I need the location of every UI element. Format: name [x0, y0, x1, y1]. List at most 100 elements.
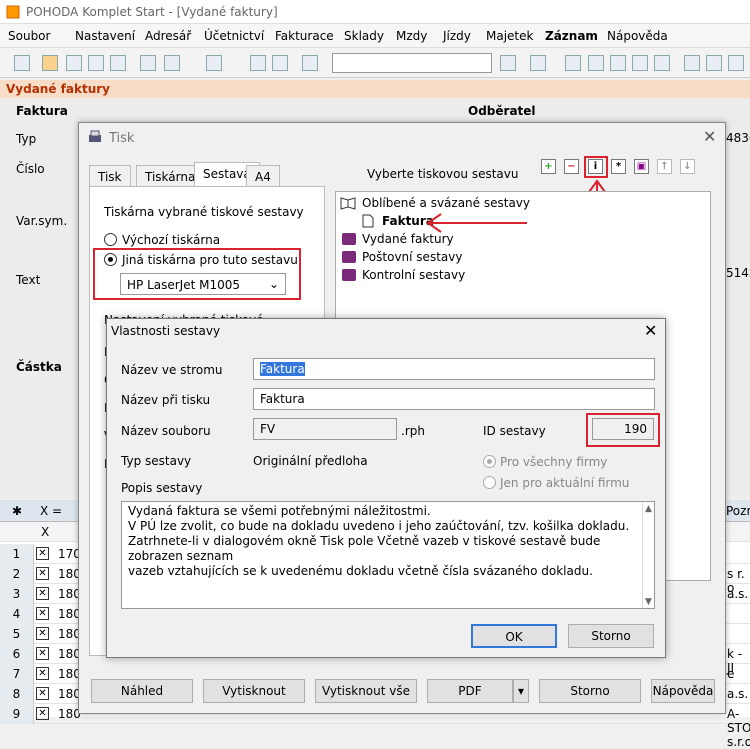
- row-number: 4: [0, 604, 34, 624]
- tab-tisk[interactable]: Tisk: [89, 165, 131, 187]
- section-title: Vydané faktury: [6, 82, 110, 96]
- pdf-button[interactable]: PDF: [427, 679, 513, 703]
- row-checkbox-icon[interactable]: ✕: [36, 587, 49, 600]
- faktura-label: Faktura: [16, 104, 68, 118]
- scrollbar[interactable]: ▲ ▼: [642, 502, 654, 608]
- print-all-button[interactable]: Vytisknout vše: [315, 679, 417, 703]
- right-snippet-1: 4836: [726, 131, 750, 145]
- row-checkbox-icon[interactable]: ✕: [36, 707, 49, 720]
- app-logo-icon: [6, 5, 20, 19]
- help-button[interactable]: Nápověda: [651, 679, 715, 703]
- grid-icon[interactable]: [632, 55, 648, 71]
- filter-icon[interactable]: [500, 55, 516, 71]
- menu-mzdy[interactable]: Mzdy: [396, 29, 427, 43]
- window-icon[interactable]: [728, 55, 744, 71]
- ok-button[interactable]: OK: [471, 624, 557, 648]
- properties-title: Vlastnosti sestavy: [111, 324, 221, 338]
- row-right-value: a.s.: [727, 687, 749, 701]
- close-icon[interactable]: ✕: [644, 321, 657, 340]
- menu-fakturace[interactable]: Fakturace: [275, 29, 334, 43]
- grid-header-pozn[interactable]: Pozn: [726, 504, 750, 518]
- printer-heading: Tiskárna vybrané tiskové sestavy: [104, 205, 304, 219]
- preview-icon[interactable]: [88, 55, 104, 71]
- table-icon[interactable]: [588, 55, 604, 71]
- radio-default-printer[interactable]: [104, 233, 117, 246]
- grid-col-x[interactable]: X: [41, 525, 49, 539]
- description-textarea[interactable]: Vydaná faktura se všemi potřebnými nálež…: [121, 501, 655, 609]
- menu-jizdy[interactable]: Jízdy: [443, 29, 471, 43]
- print-name-input[interactable]: Faktura: [253, 388, 655, 410]
- menu-nastaveni[interactable]: Nastavení: [75, 29, 135, 43]
- grid-star-icon[interactable]: ✱: [12, 504, 22, 518]
- list-icon[interactable]: [684, 55, 700, 71]
- row-checkbox-icon[interactable]: ✕: [36, 687, 49, 700]
- row-checkbox-icon[interactable]: ✕: [36, 647, 49, 660]
- print-icon[interactable]: [66, 55, 82, 71]
- menu-zaznam[interactable]: Záznam: [545, 29, 598, 43]
- file-name-input[interactable]: FV: [253, 418, 397, 440]
- text-label: Text: [16, 273, 41, 287]
- menu-sklady[interactable]: Sklady: [344, 29, 384, 43]
- print-batch-icon[interactable]: [110, 55, 126, 71]
- preview-button[interactable]: Náhled: [91, 679, 193, 703]
- save-icon[interactable]: [250, 55, 266, 71]
- menu-adresar[interactable]: Adresář: [145, 29, 191, 43]
- row-checkbox-icon[interactable]: ✕: [36, 547, 49, 560]
- close-icon[interactable]: ✕: [703, 127, 716, 146]
- tree-root[interactable]: Oblíbené a svázané sestavy: [362, 196, 530, 210]
- move-down-icon[interactable]: ↓: [680, 159, 695, 174]
- row-number: 3: [0, 584, 34, 604]
- tag-icon[interactable]: [565, 55, 581, 71]
- list-alt-icon[interactable]: [706, 55, 722, 71]
- row-checkbox-icon[interactable]: ✕: [36, 567, 49, 580]
- new-record-icon[interactable]: [140, 55, 156, 71]
- cancel-button[interactable]: Storno: [568, 624, 654, 648]
- menu-majetek[interactable]: Majetek: [486, 29, 533, 43]
- print-button[interactable]: Vytisknout: [203, 679, 305, 703]
- tree-item-kontrolni[interactable]: Kontrolní sestavy: [362, 268, 465, 282]
- copy-report-icon[interactable]: ▣: [634, 159, 649, 174]
- tree-item-postovni[interactable]: Poštovní sestavy: [362, 250, 462, 264]
- edit-icon[interactable]: [42, 55, 58, 71]
- filter-combo[interactable]: [332, 53, 492, 73]
- folder-icon[interactable]: [530, 55, 546, 71]
- type-value: Originální předloha: [253, 454, 368, 468]
- row-checkbox-icon[interactable]: ✕: [36, 667, 49, 680]
- back-arrow-icon[interactable]: [206, 55, 222, 71]
- annotation-printer-box: [93, 248, 301, 300]
- copy-icon[interactable]: [302, 55, 318, 71]
- storno-button[interactable]: Storno: [539, 679, 641, 703]
- tree-name-input[interactable]: Faktura: [253, 358, 655, 380]
- row-checkbox-icon[interactable]: ✕: [36, 627, 49, 640]
- calculator-icon[interactable]: [610, 55, 626, 71]
- row-checkbox-icon[interactable]: ✕: [36, 607, 49, 620]
- radio-all-companies[interactable]: [483, 455, 496, 468]
- right-snippet-2: 51422: [726, 266, 750, 280]
- type-label: Typ sestavy: [121, 454, 192, 468]
- navigate-icon[interactable]: [14, 55, 30, 71]
- tree-heading: Vyberte tiskovou sestavu: [367, 167, 519, 181]
- move-up-icon[interactable]: ↑: [657, 159, 672, 174]
- radio-current-label: Jen pro aktuální firmu: [500, 476, 630, 490]
- remove-report-icon[interactable]: −: [564, 159, 579, 174]
- radio-current-company[interactable]: [483, 476, 496, 489]
- row-right-value: a.s.: [727, 587, 749, 601]
- menu-ucetnictvi[interactable]: Účetnictví: [204, 29, 264, 43]
- varsym-label: Var.sym.: [16, 214, 68, 228]
- radio-default-label: Výchozí tiskárna: [122, 233, 221, 247]
- menu-soubor[interactable]: Soubor: [8, 29, 50, 43]
- grid-filter-eq[interactable]: X =: [40, 504, 62, 518]
- toolbar: [0, 48, 750, 78]
- menu-napoveda[interactable]: Nápověda: [607, 29, 668, 43]
- annotation-left-arrow: [426, 213, 527, 233]
- pdf-dropdown-icon[interactable]: ▾: [513, 679, 529, 703]
- tab-a4[interactable]: A4: [246, 165, 280, 187]
- row-number: 2: [0, 564, 34, 584]
- file-name-label: Název souboru: [121, 424, 211, 438]
- tools-icon[interactable]: [164, 55, 180, 71]
- save-all-icon[interactable]: [272, 55, 288, 71]
- cislo-label: Číslo: [16, 162, 45, 176]
- iban-icon[interactable]: [654, 55, 670, 71]
- favorite-icon[interactable]: *: [611, 159, 626, 174]
- add-report-icon[interactable]: +: [541, 159, 556, 174]
